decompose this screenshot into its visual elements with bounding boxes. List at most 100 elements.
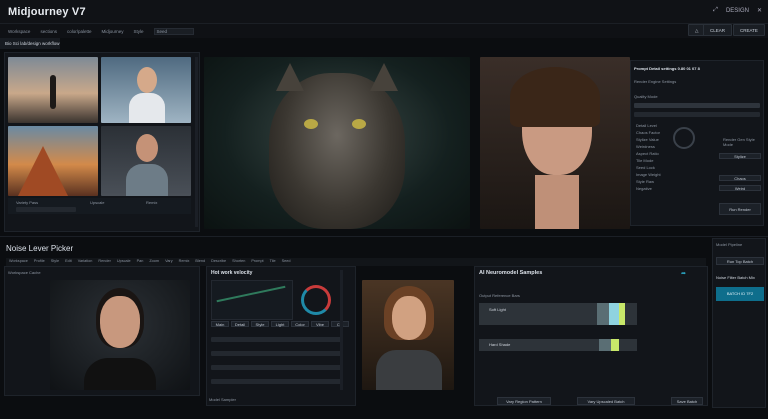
output-bar-2[interactable]: Hard Shade [479,339,637,351]
param-row[interactable] [211,337,341,342]
tab[interactable]: Describe [211,259,226,265]
tab[interactable]: Upscale [117,259,131,265]
mode-button[interactable]: Vibe [311,321,329,327]
settings-panel: Prompt Detail settings 0.80 01 07 8 Rend… [630,60,764,226]
mode-button[interactable]: Style [251,321,269,327]
gallery-thumb[interactable] [101,126,191,196]
stylize-field[interactable]: Stylize [719,153,761,159]
batch-card[interactable]: BATCH ID 7F2 [716,287,764,301]
tab[interactable]: Style [51,259,59,265]
tab[interactable]: Render [98,259,110,265]
seed-field[interactable]: Seed [153,27,194,35]
tab[interactable]: Variation [78,259,93,265]
titlebar-controls: ⤢ DESIGN ✕ [713,7,762,14]
setting-item[interactable]: Negative [636,186,706,193]
workflow-tab[interactable]: Bio Sci lab/design workflow [0,38,60,49]
app-title: Midjourney V7 [8,6,86,18]
settings-list: Detail Level Chaos Factor Stylize Value … [636,123,706,193]
save-batch-button[interactable]: Save Batch [671,397,703,405]
param-row[interactable] [211,379,341,384]
gallery-scrollbar[interactable] [195,57,198,227]
bar-label: Soft Light [489,307,506,312]
weird-field[interactable]: Weird [719,185,761,191]
row-label: Upscale [90,200,105,205]
toolbar-item[interactable]: sections [40,29,57,34]
tab[interactable]: Blend [195,259,205,265]
preview-image-cat[interactable] [204,57,470,229]
chaos-field[interactable]: Chaos [719,175,761,181]
output-bar-1[interactable]: Soft Light [479,303,637,325]
divider [0,236,768,237]
setting-item[interactable]: Aspect Ratio [636,151,706,158]
setting-item[interactable]: Image Weight [636,172,706,179]
tab[interactable]: Vary [165,259,173,265]
vary-upscale-button[interactable]: Vary Upscaled Batch [577,397,635,405]
mode-button[interactable]: Detail [231,321,249,327]
lower-tabbar: Workspace Profile Style Edit Variation R… [6,258,706,266]
toolbar-item[interactable]: Workspace [8,29,30,34]
dial-control[interactable] [673,127,695,149]
right-label: Render Gen Style Mode [723,137,755,147]
param-row[interactable] [211,351,341,356]
samples-panel: AI Neuromodel Samples ➦ Output Reference… [474,266,708,406]
gallery-thumb[interactable] [8,126,98,196]
close-icon[interactable]: ✕ [757,7,762,14]
toolbar-item[interactable]: Midjourney [101,29,123,34]
toolbar-item[interactable]: Style [133,29,143,34]
tab[interactable]: Pan [137,259,144,265]
settings-sub: Render Engine Settings [634,79,677,84]
setting-item[interactable]: Tile Mode [636,158,706,165]
settings-header: Prompt Detail settings 0.80 01 07 8 [634,66,700,71]
share-icon[interactable]: ⤢ [713,7,718,14]
mode-button[interactable]: Light [271,321,289,327]
setting-item[interactable]: Seed Lock [636,165,706,172]
tab[interactable]: Profile [34,259,45,265]
gallery-thumb[interactable] [8,57,98,123]
tab[interactable]: Zoom [149,259,159,265]
setting-item[interactable]: Detail Level [636,123,706,130]
title-bar [0,0,768,24]
param-row[interactable] [211,365,341,370]
setting-item[interactable]: Weirdness [636,144,706,151]
curve-editor[interactable] [211,280,293,320]
preview-image-portrait[interactable] [480,57,630,229]
toolbar: Workspace sections color/palette Midjour… [0,24,768,38]
tab[interactable]: Seed [282,259,291,265]
bar-label: Hard Shade [489,342,511,347]
tab[interactable]: Prompt [251,259,263,265]
tab[interactable]: Shorten [232,259,245,265]
gallery-controls: Variety Pass Upscale Remix [8,198,191,214]
tab[interactable]: Edit [65,259,72,265]
tab[interactable]: Remix [179,259,190,265]
design-label[interactable]: DESIGN [726,8,749,14]
mode-button[interactable]: Color [291,321,309,327]
row-label: Remix [146,200,158,205]
mode-button[interactable]: Main [211,321,229,327]
setting-item[interactable]: Chaos Factor [636,130,706,137]
gallery-thumb[interactable] [101,57,191,123]
share-icon[interactable]: ➦ [681,270,686,277]
run-render-button[interactable]: Run Render [719,203,761,215]
create-button[interactable]: CREATE [733,24,765,36]
bars-label: Output Reference Bars [479,293,520,298]
tab[interactable]: Workspace [9,259,28,265]
toolbar-item[interactable]: color/palette [67,29,92,34]
clear-button[interactable]: CLEAR [703,24,733,36]
controls-scrollbar[interactable] [340,270,343,390]
gallery-slider[interactable] [16,207,76,212]
gauge-ring[interactable] [301,285,331,315]
setting-item[interactable]: Style Raw [636,179,706,186]
run-top-batch-button[interactable]: Run Top Batch [716,257,764,265]
pipeline-label: Model Pipeline [716,242,743,247]
preview-image-woman-dark[interactable] [50,280,190,390]
samples-title: AI Neuromodel Samples [479,270,543,276]
row-label: Variety Pass [16,200,39,205]
tab[interactable]: Tile [270,259,276,265]
velocity-panel: Hot work velocity Main Detail Style Ligh… [206,266,356,406]
vary-region-button[interactable]: Vary Region Pattern [497,397,551,405]
card-title: Noise Filter Batch Mix [716,275,755,280]
engine-select[interactable] [634,112,760,117]
setting-item[interactable]: Stylize Value [636,137,706,144]
quality-slider[interactable] [634,103,760,108]
preview-image-woman-warm[interactable] [362,280,454,390]
